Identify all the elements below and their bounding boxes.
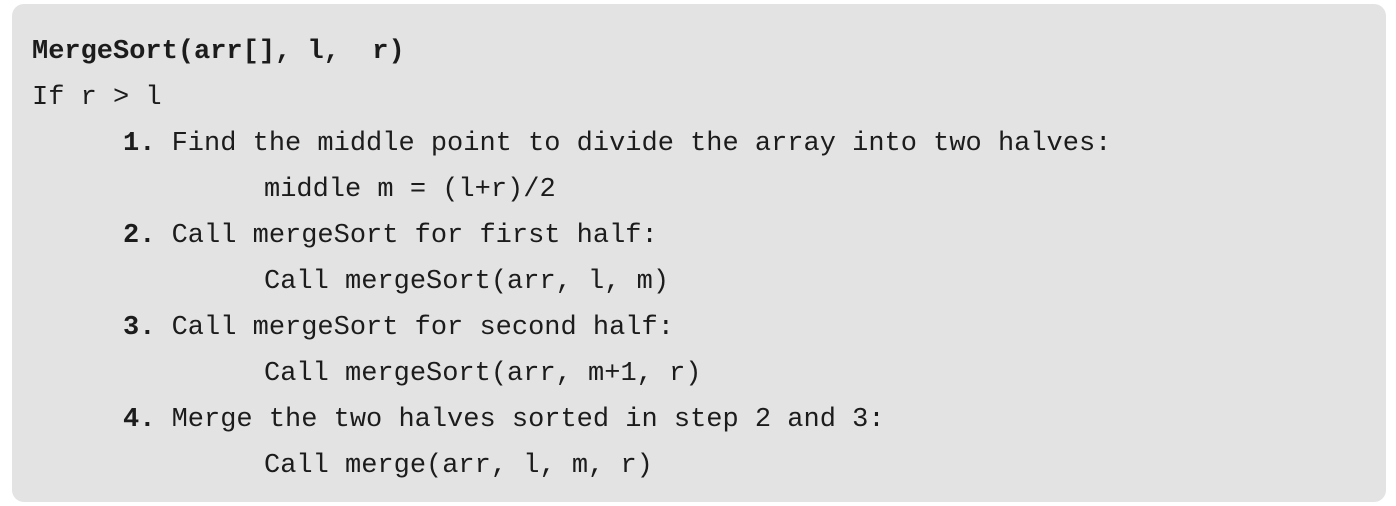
step-1-number: 1. xyxy=(123,129,156,159)
step-4-detail: Call merge(arr, l, m, r) xyxy=(264,451,653,481)
step-3-text: Call mergeSort for second half: xyxy=(155,313,674,343)
step-3-number: 3. xyxy=(123,313,156,343)
step-1-line: 1. Find the middle point to divide the a… xyxy=(123,127,1111,161)
condition-line: If r > l xyxy=(32,83,162,113)
step-4-line: 4. Merge the two halves sorted in step 2… xyxy=(123,403,885,437)
step-4-number: 4. xyxy=(123,405,156,435)
step-1-detail: middle m = (l+r)/2 xyxy=(264,175,556,205)
step-2-number: 2. xyxy=(123,221,156,251)
step-3-detail: Call mergeSort(arr, m+1, r) xyxy=(264,359,702,389)
step-1-text: Find the middle point to divide the arra… xyxy=(155,129,1112,159)
step-2-detail: Call mergeSort(arr, l, m) xyxy=(264,267,670,297)
step-2-text: Call mergeSort for first half: xyxy=(155,221,658,251)
pseudocode-block: MergeSort(arr[], l, r) If r > l 1. Find … xyxy=(12,4,1386,502)
function-signature: MergeSort(arr[], l, r) xyxy=(32,37,405,67)
step-4-text: Merge the two halves sorted in step 2 an… xyxy=(155,405,885,435)
step-3-line: 3. Call mergeSort for second half: xyxy=(123,311,674,345)
step-2-line: 2. Call mergeSort for first half: xyxy=(123,219,658,253)
